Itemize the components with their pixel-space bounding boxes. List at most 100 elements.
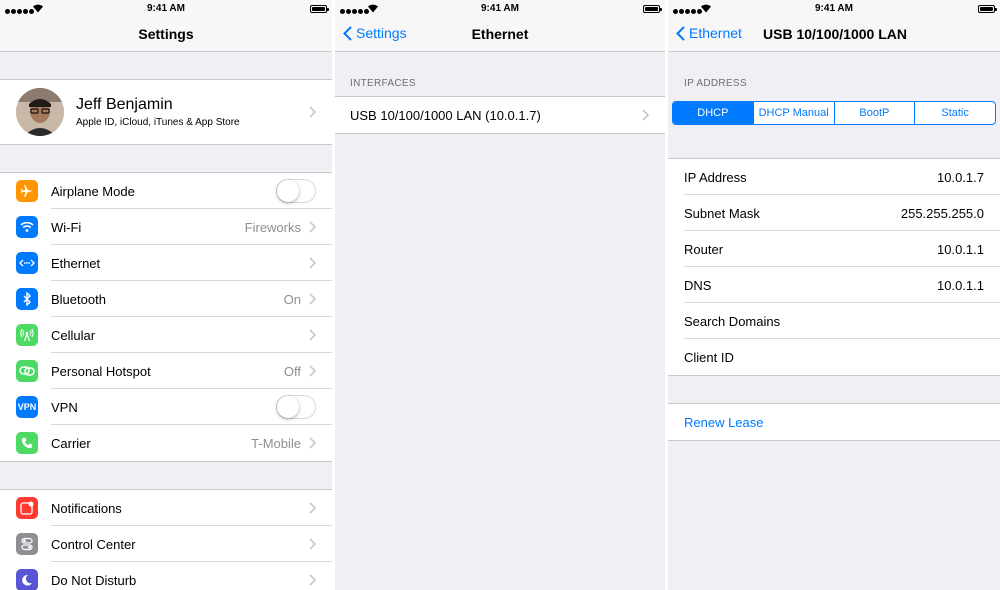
status-time: 9:41 AM [815,3,853,14]
field-subnet-mask: Subnet Mask 255.255.255.0 [668,195,1000,231]
row-carrier[interactable]: Carrier T-Mobile [0,425,332,461]
row-label: Bluetooth [51,291,106,307]
system-group: Notifications Control Center Do Not Dist… [0,489,332,590]
chevron-right-icon [309,106,316,118]
row-notifications[interactable]: Notifications [0,490,332,526]
avatar [16,88,64,136]
status-bar: 9:41 AM [668,0,1000,18]
page-title: USB 10/100/1000 LAN [763,26,907,42]
phone-icon [16,432,38,454]
field-value: 10.0.1.7 [937,169,984,185]
field-label: Search Domains [684,313,781,329]
vpn-icon: VPN [16,396,38,418]
renew-lease-button[interactable]: Renew Lease [668,404,1000,440]
segment-dhcp[interactable]: DHCP [673,102,753,124]
row-label: Cellular [51,327,96,343]
battery-icon [978,5,997,13]
row-airplane-mode[interactable]: Airplane Mode [0,173,332,209]
moon-icon [16,569,38,590]
field-search-domains: Search Domains [668,303,1000,339]
ethernet-screen: 9:41 AM Settings Ethernet INTERFACES USB… [335,0,665,590]
connectivity-group: Airplane Mode Wi-Fi Fireworks Ethernet B… [0,172,332,462]
renew-lease-label: Renew Lease [684,414,764,430]
status-bar: 9:41 AM [335,0,665,18]
chevron-right-icon [309,221,316,233]
row-bluetooth[interactable]: Bluetooth On [0,281,332,317]
row-label: Carrier [51,435,91,451]
hotspot-value: Off [283,363,301,379]
nav-bar: Settings Ethernet [335,18,665,52]
control-center-icon [16,533,38,555]
segment-bootp[interactable]: BootP [833,102,915,124]
carrier-value: T-Mobile [251,435,301,451]
field-label: Client ID [684,349,734,365]
field-router: Router 10.0.1.1 [668,231,1000,267]
chevron-right-icon [309,502,316,514]
field-dns: DNS 10.0.1.1 [668,267,1000,303]
profile-cell[interactable]: Jeff Benjamin Apple ID, iCloud, iTunes &… [0,79,332,145]
bluetooth-icon [16,288,38,310]
page-title: Settings [138,26,194,42]
row-label: Ethernet [51,255,101,271]
row-vpn[interactable]: VPN VPN [0,389,332,425]
back-button[interactable]: Ethernet [676,25,742,41]
settings-screen: 9:41 AM Settings Jeff Benjamin Apple ID,… [0,0,332,590]
segment-static[interactable]: Static [914,102,995,124]
airplane-mode-toggle[interactable] [276,179,316,203]
field-label: DNS [684,277,712,293]
field-label: Router [684,241,724,257]
chevron-right-icon [309,437,316,449]
profile-name: Jeff Benjamin [76,96,173,113]
profile-subtitle: Apple ID, iCloud, iTunes & App Store [76,117,240,128]
vpn-toggle[interactable] [276,395,316,419]
section-header: INTERFACES [350,78,416,89]
row-do-not-disturb[interactable]: Do Not Disturb [0,562,332,590]
field-value: 255.255.255.0 [900,205,984,221]
row-personal-hotspot[interactable]: Personal Hotspot Off [0,353,332,389]
row-label: VPN [51,399,78,415]
status-time: 9:41 AM [147,3,185,14]
ip-details-group: IP Address 10.0.1.7 Subnet Mask 255.255.… [668,158,1000,376]
row-label: Notifications [51,500,122,516]
row-label: Personal Hotspot [51,363,151,379]
status-bar: 9:41 AM [0,0,332,18]
renew-group: Renew Lease [668,403,1000,441]
battery-icon [643,5,662,13]
chevron-right-icon [309,329,316,341]
lan-detail-screen: 9:41 AM Ethernet USB 10/100/1000 LAN IP … [668,0,1000,590]
hotspot-icon [16,360,38,382]
row-cellular[interactable]: Cellular [0,317,332,353]
row-label: Do Not Disturb [51,572,137,588]
nav-bar: Ethernet USB 10/100/1000 LAN [668,18,1000,52]
nav-bar: Settings [0,18,332,52]
ethernet-icon [16,252,38,274]
row-label: Wi-Fi [51,219,82,235]
bluetooth-value: On [283,291,301,307]
segment-dhcp-manual[interactable]: DHCP Manual [752,102,834,124]
row-control-center[interactable]: Control Center [0,526,332,562]
ip-mode-segmented-control: DHCP DHCP Manual BootP Static [672,101,996,125]
chevron-right-icon [309,538,316,550]
chevron-right-icon [309,257,316,269]
row-label: Control Center [51,536,136,552]
chevron-right-icon [309,365,316,377]
cellular-icon [16,324,38,346]
page-title: Ethernet [471,26,529,42]
chevron-left-icon [676,25,685,41]
chevron-right-icon [309,574,316,586]
interface-row[interactable]: USB 10/100/1000 LAN (10.0.1.7) [335,97,665,133]
airplane-icon [16,180,38,202]
field-label: IP Address [684,169,747,185]
notifications-icon [16,497,38,519]
row-wifi[interactable]: Wi-Fi Fireworks [0,209,332,245]
row-ethernet[interactable]: Ethernet [0,245,332,281]
field-label: Subnet Mask [684,205,760,221]
interface-label: USB 10/100/1000 LAN (10.0.1.7) [350,107,541,123]
field-value: 10.0.1.1 [937,241,984,257]
status-time: 9:41 AM [481,3,519,14]
wifi-network-value: Fireworks [244,219,301,235]
section-header: IP ADDRESS [684,78,747,89]
screens: 9:41 AM Settings Jeff Benjamin Apple ID,… [0,0,1000,590]
battery-icon [310,5,329,13]
field-value: 10.0.1.1 [937,277,984,293]
